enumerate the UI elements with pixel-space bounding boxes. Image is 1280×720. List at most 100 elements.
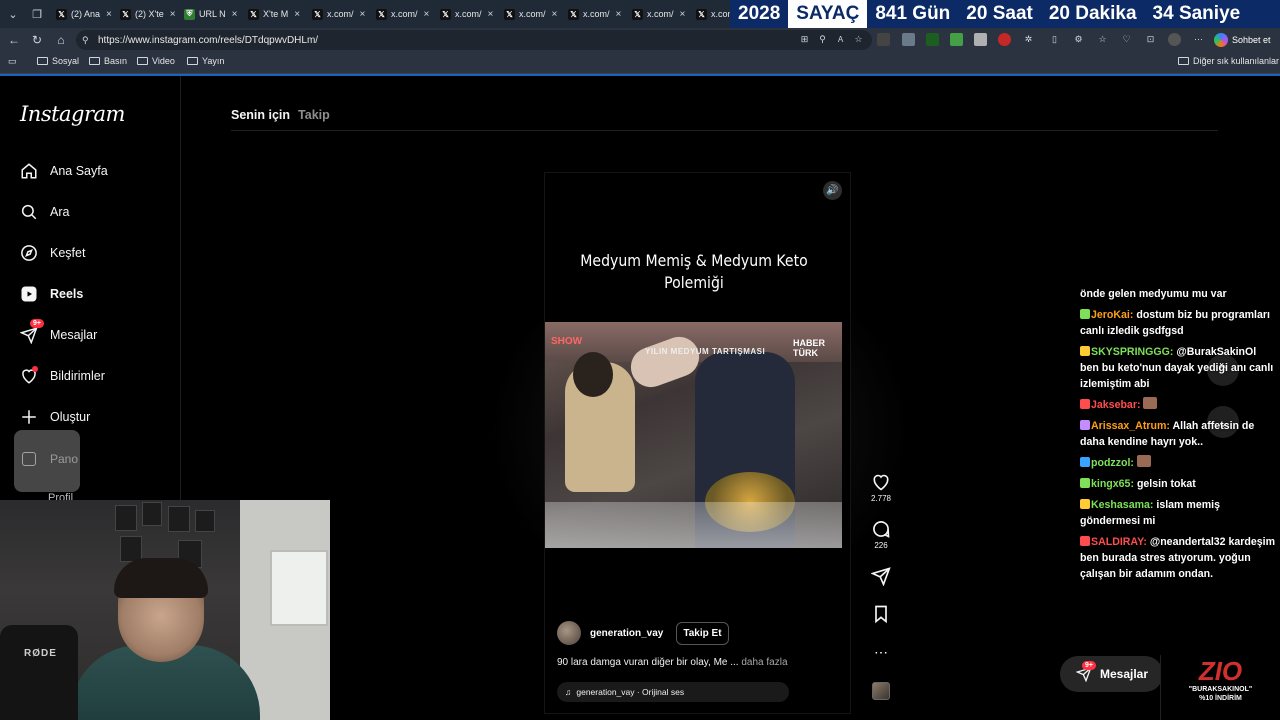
sidebar-item-explore[interactable]: Keşfet	[20, 244, 85, 262]
profile-avatar[interactable]	[1168, 33, 1181, 46]
collections-icon[interactable]: ⊡	[1144, 33, 1157, 46]
author-avatar[interactable]	[557, 621, 581, 645]
apps-icon[interactable]: ⊞	[798, 33, 811, 46]
extension-icon[interactable]	[974, 33, 987, 46]
close-tab-icon[interactable]: ×	[360, 9, 366, 20]
caption-more-link[interactable]: daha fazla	[741, 657, 787, 668]
browser-tab[interactable]: 𝕏 (2) X'te ×	[116, 3, 176, 25]
video-channel-logo-right: HABER TÜRK	[793, 338, 826, 358]
more-options-button[interactable]: ⋯	[866, 642, 896, 662]
extension-icon[interactable]	[902, 33, 915, 46]
url-text[interactable]: https://www.instagram.com/reels/DTdqpwvD…	[98, 35, 318, 46]
sidebar-item-label: Reels	[50, 287, 84, 301]
audio-thumbnail[interactable]	[872, 682, 890, 700]
extensions-icon[interactable]: ⚙	[1072, 33, 1085, 46]
extension-icon[interactable]	[950, 33, 963, 46]
close-tab-icon[interactable]: ×	[488, 9, 494, 20]
bookmark-yayin[interactable]: Yayın	[187, 56, 224, 66]
split-screen-icon[interactable]: ▯	[1048, 33, 1061, 46]
audio-link[interactable]: ♫ generation_vay · Orijinal ses	[557, 682, 789, 702]
home-browser-icon[interactable]: ⌂	[53, 32, 69, 48]
chat-message: SALDIRAY: @neandertal32 kardeşim ben bur…	[1080, 534, 1276, 582]
sidebar-item-search[interactable]: Ara	[20, 203, 69, 221]
sidebar-item-create[interactable]: Oluştur	[20, 408, 90, 426]
url-field[interactable]: ⚲ https://www.instagram.com/reels/DTdqpw…	[76, 30, 872, 50]
copilot-button[interactable]: Sohbet et	[1214, 31, 1271, 49]
like-button[interactable]: 2.778	[866, 472, 896, 503]
x-logo-icon: 𝕏	[312, 8, 323, 20]
browser-tab[interactable]: 𝕏x.com/ ×	[436, 3, 496, 25]
close-tab-icon[interactable]: ×	[232, 9, 238, 20]
tab-actions-chevron-icon[interactable]: ⌄	[4, 5, 22, 23]
browser-tab-label: x.com/	[583, 9, 610, 19]
sponsor-overlay: ZIO "BURAKSAKINOL" %10 İNDİRİM	[1160, 655, 1280, 720]
tab-for-you[interactable]: Senin için	[231, 108, 290, 122]
countdown-seconds: 34 Saniye	[1152, 3, 1241, 24]
favorites-icon[interactable]: ☆	[1096, 33, 1109, 46]
close-tab-icon[interactable]: ×	[106, 9, 112, 20]
x-logo-icon: 𝕏	[56, 8, 67, 20]
browser-tab[interactable]: 𝕏x.com/ ×	[500, 3, 560, 25]
sidebar-item-notifications[interactable]: Bildirimler	[20, 366, 105, 385]
refresh-icon[interactable]: ↻	[29, 32, 45, 48]
sidebar-item-messages[interactable]: 9+ Mesajlar	[20, 319, 97, 344]
browser-tab[interactable]: 𝕏x.com/ ×	[372, 3, 432, 25]
tab-following[interactable]: Takip	[298, 108, 330, 122]
browser-tab[interactable]: 𝕏x.com/ ×	[628, 3, 688, 25]
extension-icon[interactable]	[877, 33, 890, 46]
bookmark-video[interactable]: Video	[137, 56, 175, 66]
close-tab-icon[interactable]: ×	[552, 9, 558, 20]
chat-badge-icon	[1080, 420, 1090, 430]
browser-tab[interactable]: 𝕏x.com/ ×	[308, 3, 368, 25]
browser-tab[interactable]: 𝕏 X'te M ×	[244, 3, 304, 25]
browser-essentials-icon[interactable]: ♡	[1120, 33, 1133, 46]
close-tab-icon[interactable]: ×	[680, 9, 686, 20]
zoom-icon[interactable]: ⚲	[816, 33, 829, 46]
sound-toggle-icon[interactable]: 🔊	[823, 181, 842, 200]
follow-button[interactable]: Takip Et	[676, 621, 729, 645]
bookmark-sosyal[interactable]: Sosyal	[37, 56, 79, 66]
back-icon[interactable]: ←	[6, 32, 22, 48]
browser-tab[interactable]: ⛨ URL N ×	[180, 3, 240, 25]
bookmark-basin[interactable]: Basın	[89, 56, 127, 66]
read-aloud-icon[interactable]: A	[834, 33, 847, 46]
sidebar-item-dashboard[interactable]: Pano	[14, 430, 80, 492]
sidebar-item-home[interactable]: Ana Sayfa	[20, 162, 108, 180]
dashboard-icon	[22, 452, 36, 466]
x-logo-icon: 𝕏	[440, 8, 451, 20]
home-icon	[20, 162, 38, 180]
messages-floating-button[interactable]: Mesajlar	[1060, 656, 1163, 692]
reel-video-frame[interactable]: SHOW YILIN MEDYUM TARTIŞMASI HABER TÜRK	[545, 322, 842, 548]
share-button[interactable]	[866, 566, 896, 586]
comment-button[interactable]: 226	[866, 519, 896, 550]
sidebar-item-label: Ana Sayfa	[50, 164, 108, 178]
sidebar-item-label: Oluştur	[50, 410, 91, 424]
workspaces-icon[interactable]: ❐	[28, 5, 46, 23]
favorite-star-icon[interactable]: ☆	[852, 33, 865, 46]
chat-text: gelsin tokat	[1136, 478, 1196, 490]
browser-tab[interactable]: 𝕏x.com/ ×	[564, 3, 624, 25]
close-tab-icon[interactable]: ×	[616, 9, 622, 20]
extension-icon[interactable]	[926, 33, 939, 46]
save-button[interactable]	[866, 604, 896, 624]
close-tab-icon[interactable]: ×	[424, 9, 430, 20]
chat-badge-icon	[1080, 457, 1090, 467]
chat-message: JeroKai: dostum biz bu programları canlı…	[1080, 307, 1276, 339]
close-tab-icon[interactable]: ×	[294, 9, 300, 20]
instagram-logo[interactable]: Instagram	[20, 102, 125, 126]
author-username[interactable]: generation_vay	[590, 628, 663, 639]
sidebar-toggle-icon[interactable]: ▭	[8, 56, 17, 67]
sidebar-item-reels[interactable]: Reels	[20, 285, 83, 303]
browser-tab-label: X'te M	[263, 9, 289, 19]
extension-icon[interactable]	[998, 33, 1011, 46]
browser-tab-bar: ⌄ ❐ 𝕏 (2) Ana × 𝕏 (2) X'te × ⛨ URL N × 𝕏 X'te M × 𝕏x…	[0, 0, 1280, 28]
sidebar-item-label: Bildirimler	[50, 369, 105, 383]
more-menu-icon[interactable]: ⋯	[1192, 33, 1205, 46]
countdown-hours: 20 Saat	[966, 3, 1033, 24]
close-tab-icon[interactable]: ×	[170, 9, 176, 20]
browser-tab[interactable]: 𝕏x.com	[692, 3, 730, 25]
extension-puzzle-icon[interactable]: ✲	[1022, 33, 1035, 46]
other-bookmarks[interactable]: Diğer sık kullanılanlar	[1178, 56, 1279, 66]
site-info-icon[interactable]: ⚲	[82, 35, 92, 45]
browser-tab[interactable]: 𝕏 (2) Ana ×	[52, 3, 112, 25]
